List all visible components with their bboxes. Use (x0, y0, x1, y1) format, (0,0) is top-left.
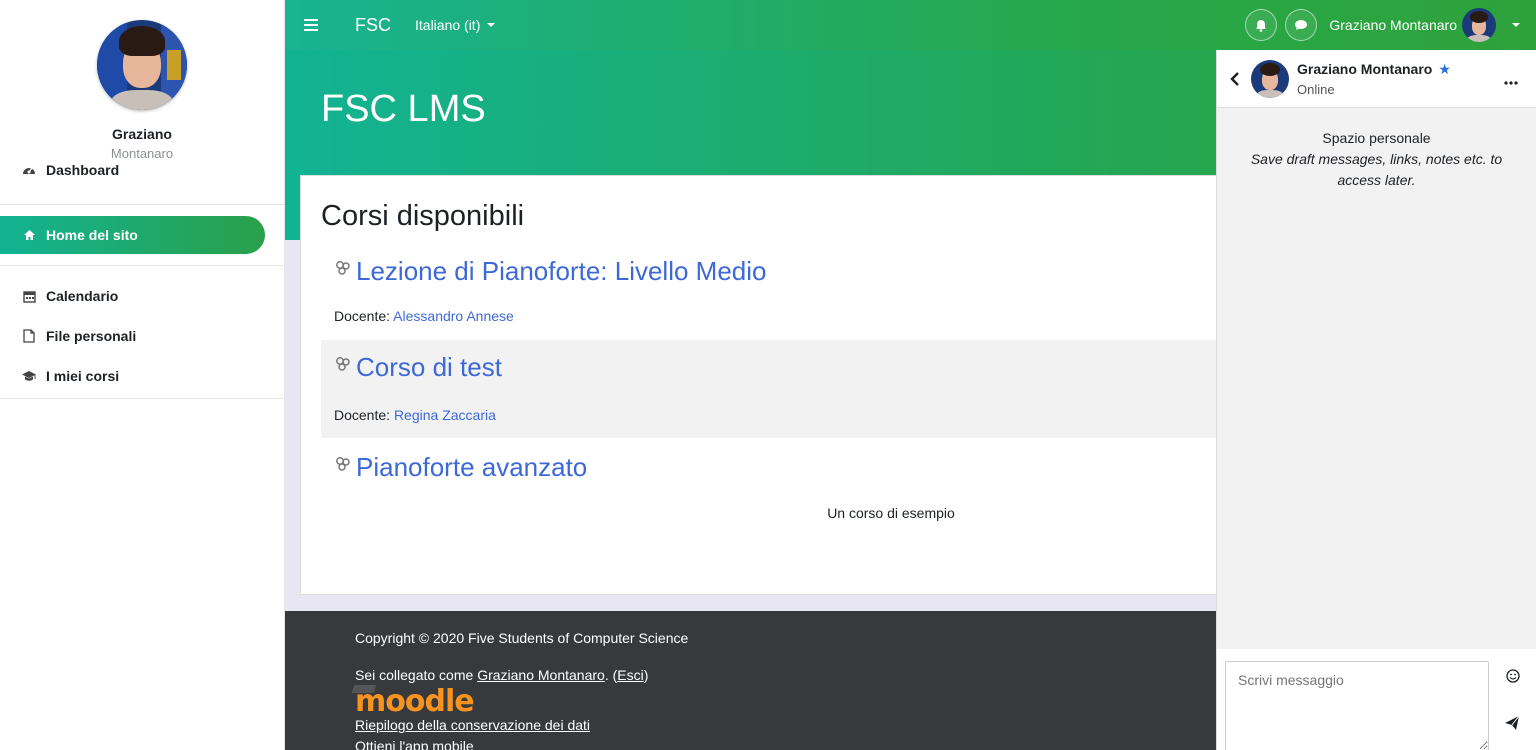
more-options-button[interactable] (1504, 72, 1518, 88)
teacher-link[interactable]: Regina Zaccaria (394, 407, 496, 423)
bell-icon (1256, 19, 1267, 32)
self-description: Save draft messages, links, notes etc. t… (1250, 151, 1503, 188)
ellipsis-icon (1504, 81, 1518, 85)
contact-name: Graziano Montanaro ★ (1297, 61, 1451, 78)
logout-link[interactable]: Esci (617, 667, 643, 683)
sidebar-item-label: I miei corsi (46, 368, 120, 384)
chevron-down-icon (487, 23, 496, 27)
sidebar-item-dashboard[interactable]: Dashboard (0, 150, 284, 190)
graduation-cap-icon (20, 370, 38, 382)
chat-icon (1295, 20, 1308, 30)
sidebar-item-label: Home del sito (46, 227, 138, 243)
teacher-label: Docente: (334, 308, 391, 324)
course-name: Pianoforte avanzato (356, 452, 588, 482)
course-name: Corso di test (356, 352, 502, 382)
sidebar-item-label: File personali (46, 328, 137, 344)
avatar[interactable] (1462, 8, 1496, 42)
language-menu[interactable]: Italiano (it) (415, 17, 496, 33)
list-item: Pianoforte avanzato (321, 438, 1241, 538)
sidebar-item-file-personali[interactable]: File personali (0, 316, 284, 356)
chevron-down-icon[interactable] (1512, 23, 1520, 27)
file-icon (20, 329, 38, 343)
section-title: Corsi disponibili (321, 200, 525, 232)
message-drawer: Graziano Montanaro ★ Online Spazio perso… (1216, 50, 1536, 750)
send-icon (1505, 715, 1520, 730)
messages-button[interactable] (1285, 9, 1318, 41)
message-input[interactable] (1225, 661, 1489, 750)
sidebar-item-label: Dashboard (46, 162, 120, 178)
mobile-app-link[interactable]: Ottieni l'app mobile (355, 738, 474, 750)
login-close: ) (643, 667, 649, 683)
course-name: Lezione di Pianoforte: Livello Medio (356, 256, 767, 286)
calendar-icon (20, 290, 38, 303)
sidebar-item-i-miei-corsi[interactable]: I miei corsi (0, 356, 284, 396)
list-item: Lezione di Pianoforte: Livello Medio Doc… (321, 242, 1241, 340)
avatar[interactable] (97, 20, 187, 110)
teacher-label: Docente: (334, 407, 391, 423)
sidebar: Graziano Montanaro Dashboard Home del si… (0, 0, 285, 750)
brand-link[interactable]: FSC (355, 15, 391, 36)
sidebar-item-calendario[interactable]: Calendario (0, 276, 284, 316)
conversation-header: Graziano Montanaro ★ Online (1217, 50, 1536, 108)
login-info: Sei collegato come Graziano Montanaro. (… (355, 667, 648, 683)
user-menu-name[interactable]: Graziano Montanaro (1329, 17, 1457, 33)
user-profile: Graziano Montanaro Dashboard (0, 0, 284, 205)
back-button[interactable] (1227, 71, 1243, 87)
page-title: FSC LMS (321, 88, 486, 130)
course-icon (336, 456, 350, 471)
navbar: FSC Italiano (it) Graziano Montanaro (285, 0, 1536, 50)
avatar (1251, 59, 1289, 98)
notifications-button[interactable] (1245, 9, 1278, 41)
sidebar-item-label: Calendario (46, 288, 119, 304)
profile-link[interactable]: Graziano Montanaro (477, 667, 605, 683)
copyright-text: Copyright © 2020 Five Students of Comput… (355, 630, 689, 646)
login-sep: . ( (604, 667, 618, 683)
login-prefix: Sei collegato come (355, 667, 478, 683)
course-link[interactable]: Pianoforte avanzato (335, 452, 587, 483)
course-list-card: Corsi disponibili Lezione di Pianoforte:… (300, 175, 1241, 595)
send-button[interactable] (1504, 715, 1520, 734)
data-retention-link[interactable]: Riepilogo della conservazione dei dati (355, 717, 590, 733)
contact-name-text: Graziano Montanaro (1297, 61, 1433, 77)
language-label: Italiano (it) (415, 17, 481, 33)
home-icon (20, 229, 38, 241)
moodle-logo[interactable]: moodle (351, 684, 475, 719)
course-teacher: Docente: Alessandro Annese (334, 308, 514, 324)
chevron-left-icon (1230, 71, 1239, 86)
dashboard-icon (20, 164, 38, 176)
self-title: Spazio personale (1322, 130, 1431, 146)
page-footer: Copyright © 2020 Five Students of Comput… (285, 611, 1216, 750)
message-composer (1217, 649, 1536, 750)
course-teacher: Docente: Regina Zaccaria (334, 407, 496, 423)
teacher-link[interactable]: Alessandro Annese (393, 308, 514, 324)
self-conversation-info: Spazio personale Save draft messages, li… (1217, 128, 1536, 191)
sidebar-nav: Calendario File personali I miei corsi (0, 265, 284, 399)
course-link[interactable]: Corso di test (335, 352, 502, 383)
course-icon (336, 260, 350, 275)
contact-status: Online (1297, 81, 1335, 97)
star-icon: ★ (1438, 60, 1451, 77)
course-link[interactable]: Lezione di Pianoforte: Livello Medio (335, 256, 766, 287)
menu-toggle-icon[interactable] (304, 16, 318, 34)
list-item: Corso di test Docente: Regina Zaccaria (321, 340, 1241, 438)
sidebar-item-home[interactable]: Home del sito (0, 216, 265, 254)
emoji-button[interactable] (1506, 669, 1520, 686)
user-first-name: Graziano (112, 126, 172, 142)
course-icon (336, 356, 350, 371)
smile-icon (1506, 669, 1520, 683)
